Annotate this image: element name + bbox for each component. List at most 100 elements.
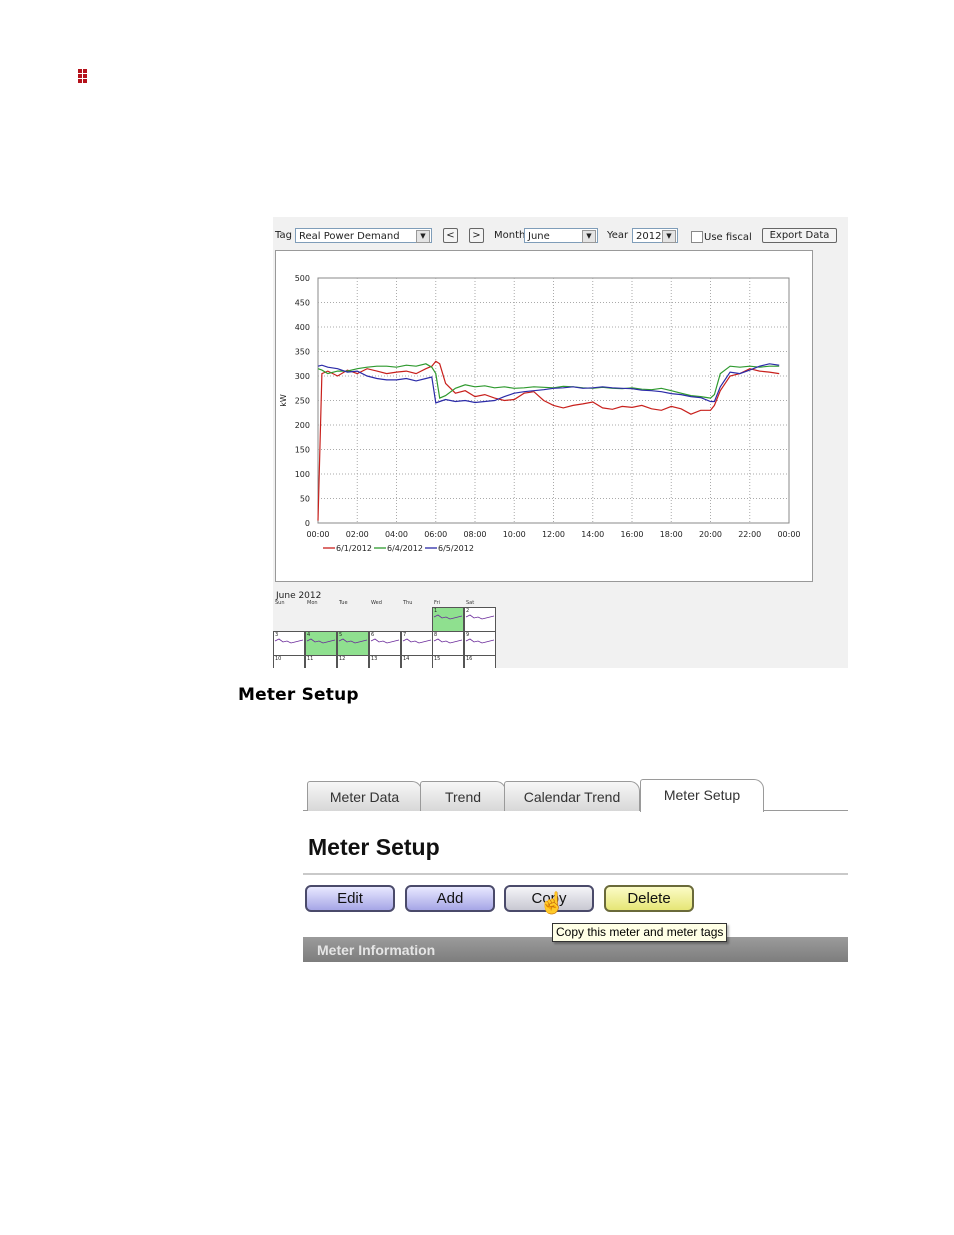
brand-logo-icon: [76, 69, 90, 85]
delete-button[interactable]: Delete: [604, 885, 694, 912]
calendar-day-cell[interactable]: 1: [432, 607, 464, 632]
tag-select[interactable]: Real Power Demand ▼: [295, 228, 432, 243]
year-select-value: 2012: [636, 231, 662, 242]
x-tick-label: 10:00: [503, 530, 526, 539]
calendar-day-cell[interactable]: 10: [273, 655, 305, 668]
next-month-button[interactable]: >: [469, 228, 484, 243]
calendar-day-number: 14: [403, 656, 410, 662]
x-tick-label: 16:00: [620, 530, 643, 539]
y-tick-label: 200: [295, 421, 310, 430]
year-select[interactable]: 2012 ▼: [632, 228, 678, 243]
edit-button[interactable]: Edit: [305, 885, 395, 912]
x-tick-label: 04:00: [385, 530, 408, 539]
export-data-button[interactable]: Export Data: [762, 228, 837, 243]
day-sparkline: [465, 638, 495, 644]
chevron-down-icon: ▼: [582, 230, 596, 243]
y-axis-label: kW: [279, 394, 288, 407]
prev-month-button[interactable]: <: [443, 228, 458, 243]
add-button[interactable]: Add: [405, 885, 495, 912]
tab-trend[interactable]: Trend: [420, 781, 506, 811]
tab-meter-data[interactable]: Meter Data: [307, 781, 422, 811]
x-tick-label: 00:00: [777, 530, 800, 539]
hand-cursor-icon: ☝: [539, 892, 566, 915]
copy-tooltip: Copy this meter and meter tags: [552, 923, 728, 942]
title-divider: [303, 873, 848, 875]
calendar-day-number: 12: [339, 656, 346, 662]
y-tick-label: 100: [295, 470, 310, 479]
calendar-day-cell[interactable]: 3: [273, 631, 305, 656]
calendar-day-cell[interactable]: 14: [401, 655, 433, 668]
calendar-day-cell[interactable]: 5: [337, 631, 369, 656]
day-sparkline: [274, 638, 304, 644]
calendar-trend-screenshot: Tag Real Power Demand ▼ < > Month June ▼…: [273, 217, 848, 668]
y-tick-label: 400: [295, 323, 310, 332]
day-sparkline: [338, 638, 368, 644]
mini-calendar: June 2012 Sun Mon Tue Wed Thu Fri Sat 1 2 3 4 5 6 7 8 9…: [273, 591, 503, 668]
calendar-day-name: Mon: [307, 600, 318, 606]
day-sparkline: [370, 638, 400, 644]
trend-chart: 0 50 100 150 200 250 300 350 400 450 500 00:00 02:00…: [275, 250, 813, 582]
calendar-day-cell[interactable]: 13: [369, 655, 401, 668]
chevron-down-icon: ▼: [662, 230, 676, 243]
legend-label: 6/4/2012: [387, 544, 423, 553]
calendar-day-name: Sun: [275, 600, 285, 606]
sparkline-path: [370, 638, 400, 644]
page-title: Meter Setup: [308, 834, 440, 860]
calendar-day-cell[interactable]: 4: [305, 631, 337, 656]
y-tick-label: 150: [295, 446, 310, 455]
calendar-day-name: Sat: [466, 600, 475, 606]
tag-label: Tag: [275, 230, 292, 241]
day-sparkline: [402, 638, 432, 644]
calendar-day-cell[interactable]: 6: [369, 631, 401, 656]
x-tick-label: 14:00: [581, 530, 604, 539]
calendar-day-number: 10: [275, 656, 282, 662]
calendar-day-cell[interactable]: 9: [464, 631, 496, 656]
day-sparkline: [433, 614, 463, 620]
calendar-day-number: 13: [371, 656, 378, 662]
y-tick-label: 350: [295, 348, 310, 357]
x-tick-label: 02:00: [346, 530, 369, 539]
use-fiscal-checkbox[interactable]: [691, 231, 703, 243]
x-tick-label: 00:00: [306, 530, 329, 539]
x-tick-label: 08:00: [463, 530, 486, 539]
tab-meter-setup[interactable]: Meter Setup: [640, 779, 764, 812]
x-tick-label: 06:00: [424, 530, 447, 539]
trend-chart-svg: 0 50 100 150 200 250 300 350 400 450 500 00:00 02:00…: [279, 274, 801, 553]
y-tick-label: 0: [305, 519, 310, 528]
sparkline-path: [338, 638, 368, 644]
use-fiscal-label: Use fiscal: [704, 232, 752, 243]
calendar-day-cell[interactable]: 15: [432, 655, 464, 668]
calendar-day-cell[interactable]: 2: [464, 607, 496, 632]
legend-label: 6/5/2012: [438, 544, 474, 553]
calendar-day-cell[interactable]: 8: [432, 631, 464, 656]
calendar-day-name: Thu: [403, 600, 413, 606]
calendar-day-name: Tue: [339, 600, 348, 606]
calendar-day-name: Wed: [371, 600, 382, 606]
month-label: Month: [494, 230, 526, 241]
legend-label: 6/1/2012: [336, 544, 372, 553]
day-sparkline: [433, 638, 463, 644]
calendar-day-cell[interactable]: 11: [305, 655, 337, 668]
month-select[interactable]: June ▼: [524, 228, 598, 243]
chevron-down-icon: ▼: [416, 230, 430, 243]
sparkline-path: [465, 638, 495, 644]
calendar-day-cell[interactable]: 16: [464, 655, 496, 668]
y-tick-label: 300: [295, 372, 310, 381]
x-tick-label: 20:00: [699, 530, 722, 539]
x-tick-label: 22:00: [738, 530, 761, 539]
x-tick-label: 18:00: [660, 530, 683, 539]
calendar-day-cell[interactable]: 7: [401, 631, 433, 656]
calendar-day-number: 15: [434, 656, 441, 662]
y-tick-label: 450: [295, 299, 310, 308]
x-tick-label: 12:00: [542, 530, 565, 539]
tab-calendar-trend[interactable]: Calendar Trend: [504, 781, 640, 811]
calendar-day-number: 11: [307, 656, 314, 662]
month-select-value: June: [528, 231, 550, 242]
y-tick-label: 250: [295, 397, 310, 406]
calendar-day-cell[interactable]: 12: [337, 655, 369, 668]
tab-bar: Meter Data Trend Calendar Trend Meter Se…: [303, 777, 848, 812]
calendar-day-number: 16: [466, 656, 473, 662]
section-heading: Meter Setup: [238, 685, 359, 705]
sparkline-path: [465, 614, 495, 620]
sparkline-path: [274, 638, 304, 644]
